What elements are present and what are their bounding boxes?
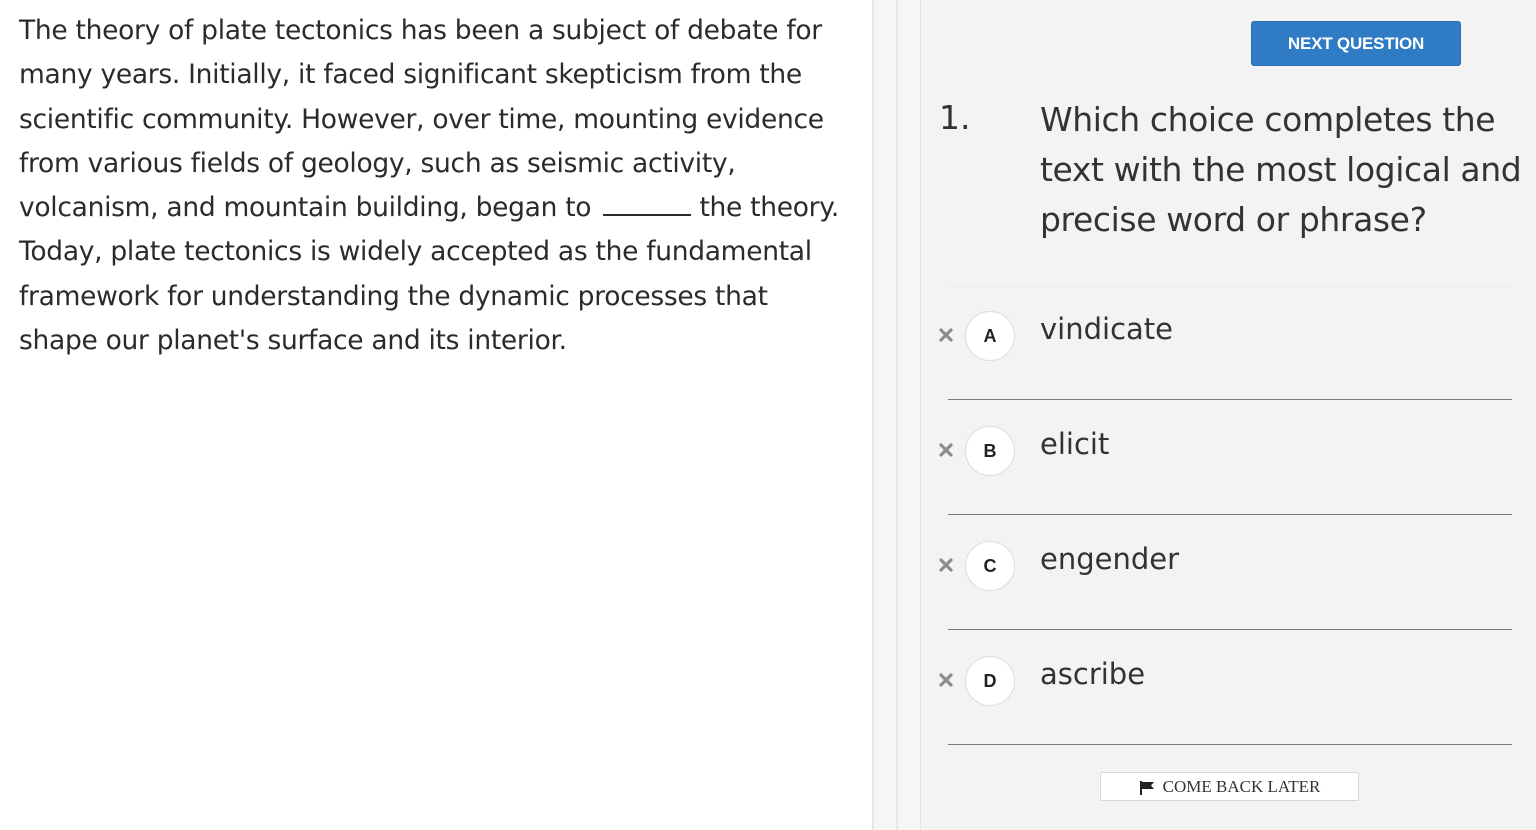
close-icon[interactable] <box>935 324 957 346</box>
choice-d[interactable]: D ascribe <box>921 631 1536 745</box>
choice-divider <box>948 399 1512 400</box>
choice-a[interactable]: A vindicate <box>921 286 1536 400</box>
passage-blank <box>603 190 692 217</box>
choice-text[interactable]: vindicate <box>1040 312 1173 346</box>
choice-text[interactable]: engender <box>1040 542 1179 576</box>
choice-divider <box>948 514 1512 515</box>
choice-letter-badge[interactable]: B <box>965 426 1015 476</box>
choice-letter-badge[interactable]: C <box>965 541 1015 591</box>
close-icon[interactable] <box>935 554 957 576</box>
close-icon[interactable] <box>935 669 957 691</box>
passage-pane: The theory of plate tectonics has been a… <box>0 0 872 830</box>
divider-handle[interactable] <box>896 0 898 830</box>
question-number: 1. <box>939 98 971 137</box>
choice-b[interactable]: B elicit <box>921 401 1536 515</box>
choice-letter-badge[interactable]: D <box>965 656 1015 706</box>
question-text: Which choice completes the text with the… <box>1040 100 1522 239</box>
choice-text[interactable]: ascribe <box>1040 657 1145 691</box>
next-question-button[interactable]: NEXT QUESTION <box>1251 21 1461 66</box>
passage-text: The theory of plate tectonics has been a… <box>19 9 839 363</box>
pane-divider[interactable] <box>872 0 920 830</box>
test-screen: The theory of plate tectonics has been a… <box>0 0 1536 830</box>
choice-letter-badge[interactable]: A <box>965 311 1015 361</box>
choice-text[interactable]: elicit <box>1040 427 1109 461</box>
close-icon[interactable] <box>935 439 957 461</box>
divider-line <box>872 0 874 830</box>
question-pane: NEXT QUESTION 1. Which choice completes … <box>920 0 1536 830</box>
come-back-later-button[interactable]: COME BACK LATER <box>1100 772 1359 801</box>
come-back-later-label: COME BACK LATER <box>1162 776 1321 796</box>
choice-divider <box>948 744 1512 745</box>
choice-c[interactable]: C engender <box>921 516 1536 630</box>
choice-divider <box>948 629 1512 630</box>
flag-icon <box>1139 780 1155 795</box>
